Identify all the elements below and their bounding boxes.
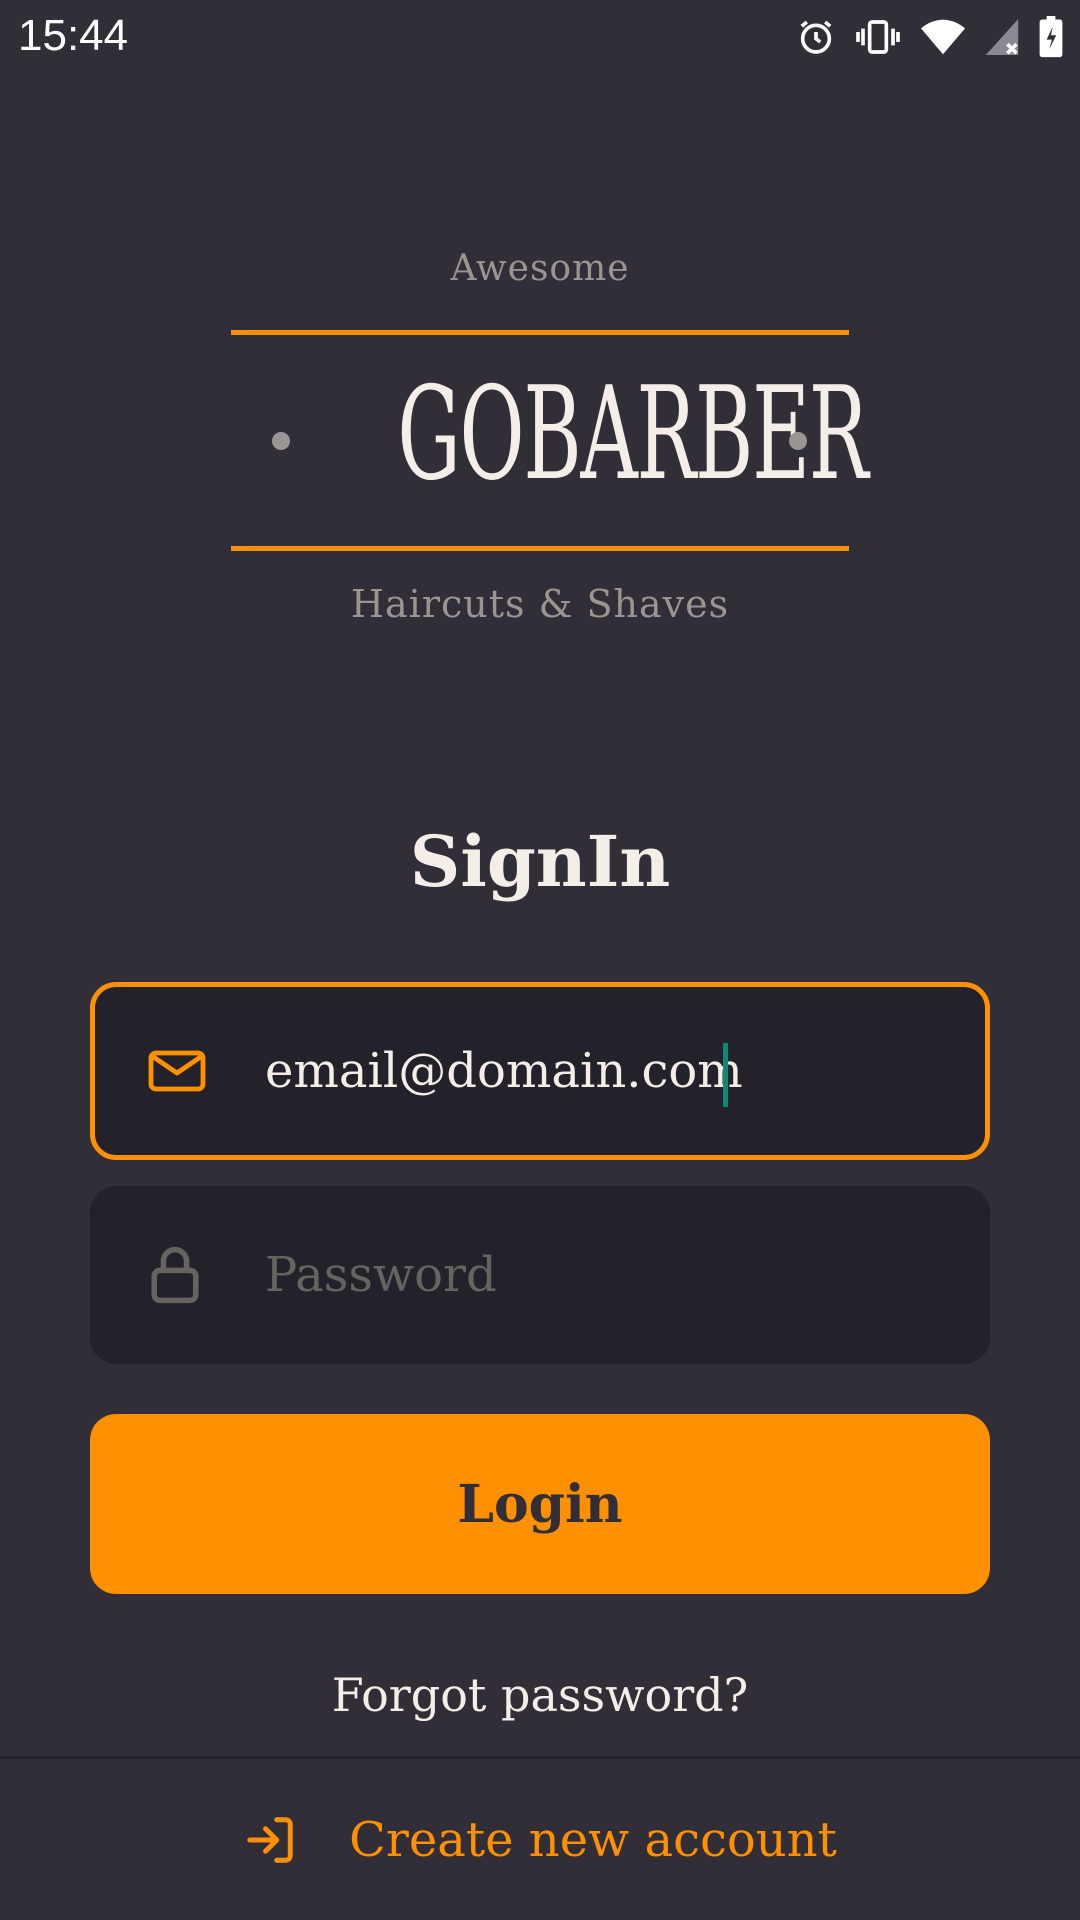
status-icons (796, 12, 1064, 62)
alarm-icon (796, 17, 836, 57)
logo-dot-left (272, 432, 290, 450)
signal-icon (984, 17, 1020, 57)
lock-icon (147, 1245, 203, 1305)
logo-rule-top (231, 330, 849, 335)
logo-tagline-bottom: Haircuts & Shaves (350, 582, 730, 626)
mail-icon (147, 1046, 207, 1096)
password-field[interactable] (265, 1191, 945, 1359)
wifi-icon (920, 17, 966, 57)
text-caret (723, 1043, 728, 1107)
email-field[interactable] (265, 987, 945, 1155)
status-time: 15:44 (18, 11, 129, 60)
login-button[interactable]: Login (90, 1414, 990, 1594)
create-account-link[interactable]: Create new account (0, 1759, 1080, 1920)
logo-rule-bottom (231, 546, 849, 551)
footer: Create new account (0, 1756, 1080, 1920)
log-in-icon (243, 1813, 297, 1867)
vibrate-icon (854, 17, 902, 57)
forgot-password-link[interactable]: Forgot password? (0, 1668, 1080, 1722)
battery-charging-icon (1038, 16, 1064, 58)
logo-dot-right (789, 432, 807, 450)
page-title: SignIn (409, 820, 671, 903)
password-field-container[interactable] (90, 1186, 990, 1364)
logo-brand: GOBARBER (397, 360, 868, 509)
create-account-label: Create new account (349, 1811, 837, 1868)
status-bar: 15:44 (0, 0, 1080, 72)
email-field-container[interactable] (90, 982, 990, 1160)
logo-tagline-top: Awesome (450, 248, 630, 289)
